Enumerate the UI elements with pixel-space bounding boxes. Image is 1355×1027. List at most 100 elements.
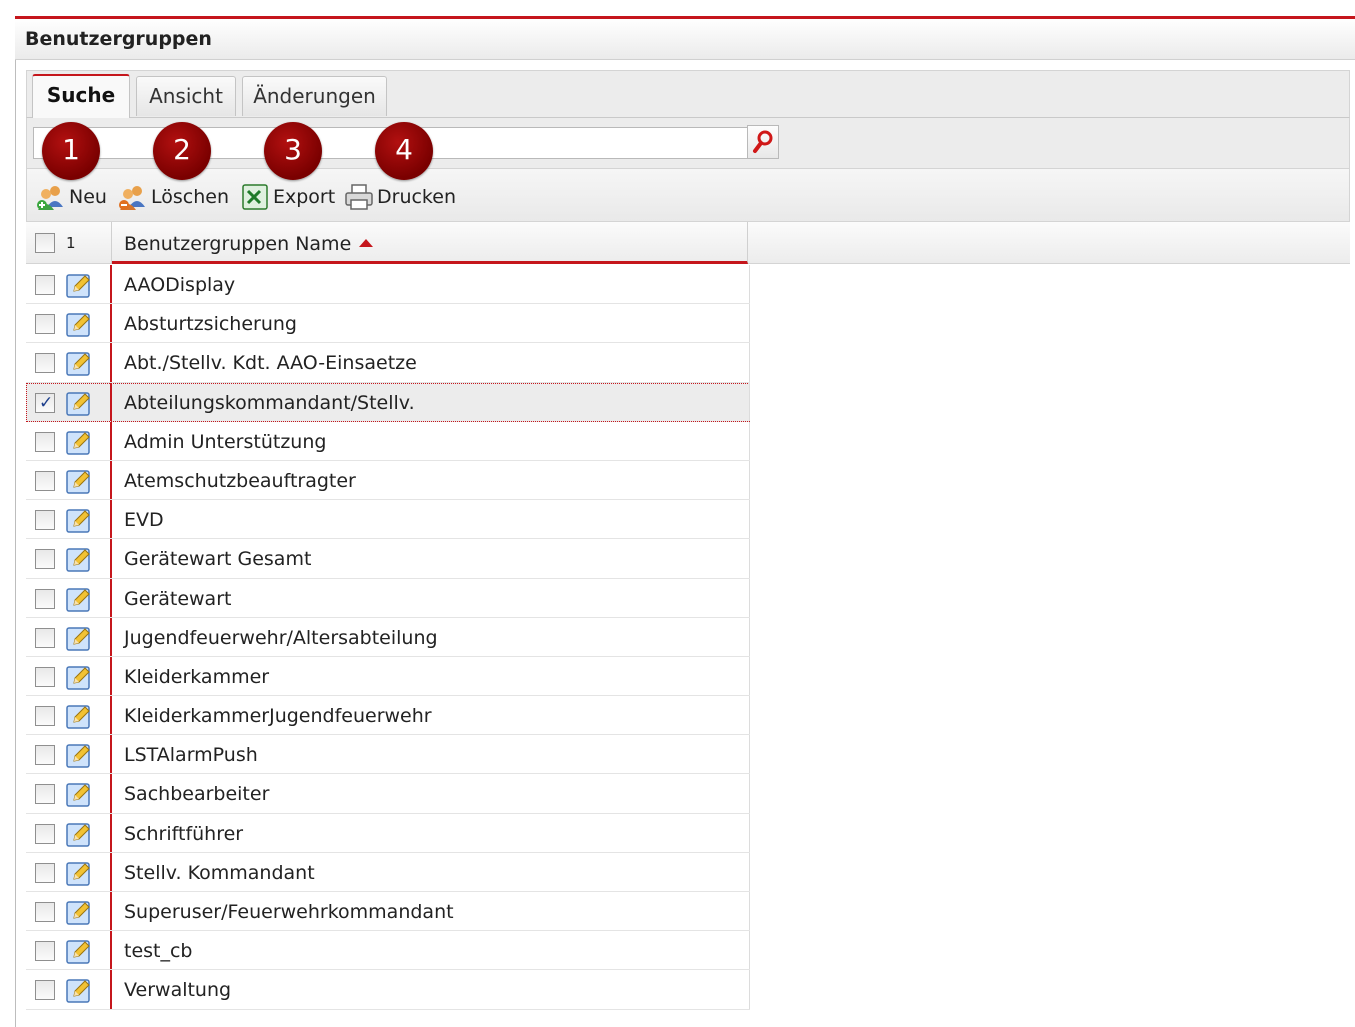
edit-icon[interactable] — [66, 938, 92, 964]
row-separator — [110, 265, 112, 304]
edit-icon[interactable] — [66, 625, 92, 651]
row-name: Kleiderkammer — [124, 665, 270, 688]
table-row[interactable]: Abt./Stellv. Kdt. AAO-Einsaetze — [26, 343, 750, 383]
row-separator — [110, 617, 112, 656]
row-border — [749, 892, 750, 931]
edit-icon[interactable] — [66, 899, 92, 925]
table-row[interactable]: Superuser/Feuerwehrkommandant — [26, 892, 750, 932]
row-separator — [110, 421, 112, 460]
tab-ansicht[interactable]: Ansicht — [136, 76, 236, 116]
edit-icon[interactable] — [66, 664, 92, 690]
app-window: Benutzergruppen Suche Ansicht Änderungen… — [0, 0, 1355, 1027]
table-row[interactable]: AAODisplay — [26, 265, 750, 305]
row-checkbox[interactable] — [35, 823, 55, 844]
table-row[interactable]: Gerätewart — [26, 578, 750, 618]
row-border — [749, 500, 750, 539]
table-row[interactable]: Admin Unterstützung — [26, 421, 750, 461]
row-separator — [110, 500, 112, 539]
table-row[interactable]: Sachbearbeiter — [26, 774, 750, 814]
print-button-label: Drucken — [377, 186, 456, 208]
export-button[interactable]: Export — [239, 183, 335, 211]
row-checkbox[interactable] — [35, 666, 55, 687]
panel-border — [15, 16, 16, 1027]
edit-icon[interactable] — [66, 977, 92, 1004]
row-checkbox[interactable] — [35, 745, 55, 766]
delete-button[interactable]: Löschen — [117, 183, 229, 211]
add-user-group-icon — [37, 186, 63, 210]
row-checkbox[interactable] — [35, 431, 55, 452]
table-row[interactable]: Schriftführer — [26, 813, 750, 853]
edit-icon[interactable] — [66, 507, 92, 533]
row-checkbox[interactable] — [35, 862, 55, 883]
row-border — [749, 696, 750, 735]
edit-icon[interactable] — [66, 546, 92, 573]
tab-suche[interactable]: Suche — [32, 74, 130, 118]
excel-export-icon — [242, 184, 268, 210]
row-checkbox[interactable] — [35, 706, 55, 727]
print-button[interactable]: Drucken — [343, 183, 456, 211]
row-border — [749, 931, 750, 970]
table-row[interactable]: Kleiderkammer — [26, 656, 750, 697]
edit-icon[interactable] — [66, 272, 92, 298]
edit-icon[interactable] — [66, 703, 92, 729]
table-row[interactable]: Jugendfeuerwehr/Altersabteilung — [26, 617, 750, 657]
callout-badge-4: 4 — [375, 122, 433, 180]
table-row[interactable]: Atemschutzbeauftragter — [26, 460, 750, 501]
callout-badge-1: 1 — [42, 122, 100, 180]
row-border — [749, 460, 750, 500]
row-border — [749, 421, 750, 460]
tab-aenderungen[interactable]: Änderungen — [242, 76, 387, 116]
row-checkbox[interactable] — [35, 588, 55, 609]
row-checkbox[interactable] — [35, 470, 55, 491]
edit-icon[interactable] — [66, 742, 92, 768]
table-row[interactable]: LSTAlarmPush — [26, 735, 750, 775]
row-checkbox[interactable] — [35, 314, 55, 335]
edit-icon[interactable] — [66, 821, 92, 847]
edit-icon[interactable] — [66, 390, 92, 416]
row-checkbox[interactable] — [35, 902, 55, 922]
row-border — [749, 813, 750, 852]
row-checkbox[interactable] — [35, 627, 55, 648]
table-row[interactable]: Verwaltung — [26, 970, 750, 1010]
edit-icon[interactable] — [66, 311, 92, 337]
row-checkbox[interactable]: ✓ — [35, 392, 55, 413]
row-name: KleiderkammerJugendfeuerwehr — [124, 705, 432, 728]
row-checkbox[interactable] — [35, 510, 55, 531]
table-row[interactable]: ✓ Abteilungskommandant/Stellv. — [26, 382, 750, 422]
row-separator — [110, 813, 112, 852]
edit-icon[interactable] — [66, 586, 92, 612]
table-row[interactable]: EVD — [26, 500, 750, 540]
table-row[interactable]: Gerätewart Gesamt — [26, 539, 750, 579]
edit-icon[interactable] — [66, 350, 92, 377]
edit-icon[interactable] — [66, 429, 92, 455]
new-button[interactable]: Neu — [35, 183, 107, 211]
callout-badge-2: 2 — [153, 122, 211, 180]
callout-badge-3: 3 — [264, 122, 322, 180]
row-separator — [110, 304, 112, 343]
row-border — [749, 656, 750, 696]
export-button-label: Export — [273, 186, 336, 208]
select-all-checkbox[interactable] — [35, 233, 55, 253]
row-checkbox[interactable] — [35, 941, 55, 962]
edit-icon[interactable] — [66, 781, 92, 808]
row-checkbox[interactable] — [35, 353, 55, 374]
row-checkbox[interactable] — [35, 275, 55, 295]
row-name: LSTAlarmPush — [124, 744, 258, 767]
column-header-label-wrap: Benutzergruppen Name — [124, 233, 374, 255]
row-border — [749, 970, 750, 1009]
table-row[interactable]: KleiderkammerJugendfeuerwehr — [26, 696, 750, 736]
row-separator — [110, 656, 112, 696]
search-button[interactable] — [747, 125, 779, 159]
table-row[interactable]: Stellv. Kommandant — [26, 852, 750, 892]
table-row[interactable]: Absturtzsicherung — [26, 304, 750, 344]
row-checkbox[interactable] — [35, 784, 55, 805]
row-name: Abt./Stellv. Kdt. AAO-Einsaetze — [124, 352, 417, 375]
column-header-name[interactable]: Benutzergruppen Name — [112, 222, 748, 264]
table-row[interactable]: test_cb — [26, 931, 750, 971]
row-checkbox[interactable] — [35, 980, 55, 1001]
row-checkbox[interactable] — [35, 549, 55, 570]
row-name: Sachbearbeiter — [124, 783, 270, 806]
edit-icon[interactable] — [66, 860, 92, 886]
grid-body: AAODisplay Absturtzsicherung Abt./Stellv. … — [26, 265, 750, 1010]
edit-icon[interactable] — [66, 468, 92, 494]
